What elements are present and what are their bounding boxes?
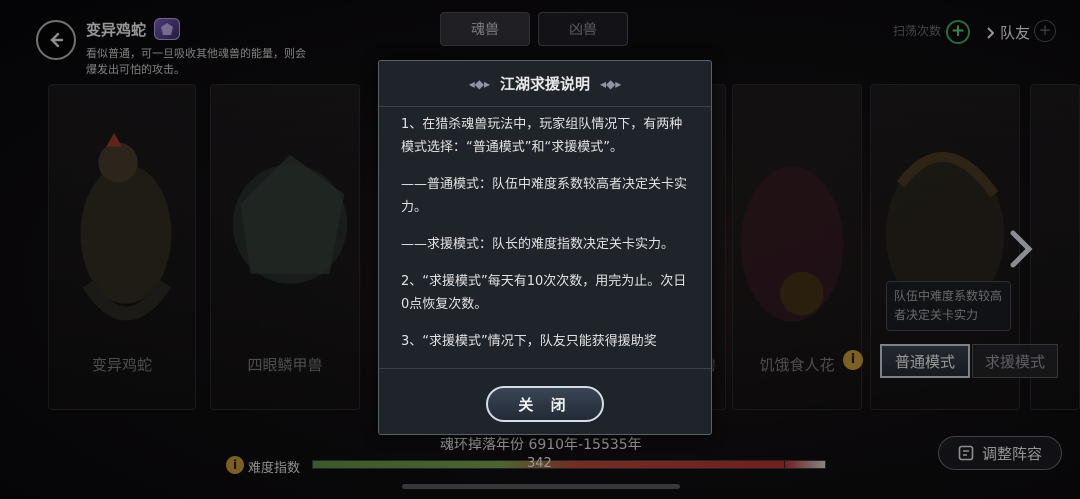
dialog-title: 江湖求援说明 <box>499 75 590 93</box>
title-ornament-right-icon: ◂◆▸ <box>600 76 622 91</box>
title-ornament-left-icon: ◂◆▸ <box>468 76 490 91</box>
dialog-paragraph: 3、“求援模式”情况下，队友只能获得援助奖 <box>401 334 657 349</box>
close-button[interactable]: 关 闭 <box>486 386 604 422</box>
dialog-paragraph: ——求援模式：队长的难度指数决定关卡实力。 <box>401 237 675 252</box>
dialog-paragraph: 1、在猎杀魂兽玩法中，玩家组队情况下，有两种模式选择：“普通模式”和“求援模式”… <box>401 117 683 155</box>
dialog-body[interactable]: 1、在猎杀魂兽玩法中，玩家组队情况下，有两种模式选择：“普通模式”和“求援模式”… <box>401 113 693 367</box>
dialog-header: ◂◆▸ 江湖求援说明 ◂◆▸ <box>379 61 711 107</box>
help-dialog: ◂◆▸ 江湖求援说明 ◂◆▸ 1、在猎杀魂兽玩法中，玩家组队情况下，有两种模式选… <box>378 60 712 435</box>
dialog-paragraph: 2、“求援模式”每天有10次次数，用完为止。次日0点恢复次数。 <box>401 274 687 312</box>
dialog-footer: 关 闭 <box>379 368 711 436</box>
dialog-paragraph: ——普通模式：队伍中难度系数较高者决定关卡实力。 <box>401 177 688 215</box>
